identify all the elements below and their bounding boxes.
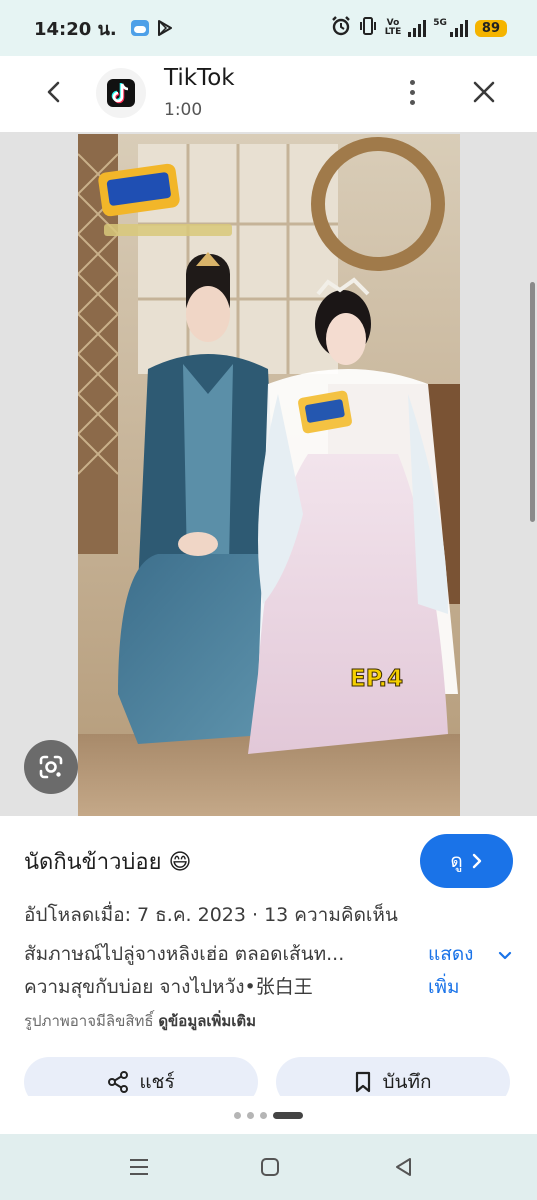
view-button-label: ดู [450, 850, 463, 872]
tiktok-note-icon [111, 83, 129, 104]
signal-icon-1 [408, 19, 427, 37]
video-duration: 1:00 [164, 100, 203, 120]
thumbnail-illustration [78, 134, 460, 816]
recents-icon [130, 1159, 148, 1175]
more-options-button[interactable] [398, 74, 426, 110]
copyright-text: รูปภาพอาจมีลิขสิทธิ์ [24, 1012, 154, 1030]
page-dot [247, 1111, 254, 1119]
chevron-right-icon [472, 853, 481, 869]
chevron-down-icon [498, 951, 512, 960]
volte-indicator: Vo LTE [385, 19, 402, 37]
vibrate-icon [358, 16, 378, 40]
system-icons: Vo LTE 5G 89 [331, 16, 507, 40]
show-more-label: เพิ่ม [428, 976, 460, 998]
back-triangle-icon [396, 1158, 411, 1176]
status-time: 14:20 น. [34, 18, 117, 40]
battery-indicator: 89 [474, 19, 507, 37]
video-thumbnail[interactable]: EP.4 [78, 134, 460, 816]
volte-bottom-label: LTE [384, 27, 402, 37]
save-label: บันทึก [382, 1071, 432, 1093]
lens-icon [39, 755, 63, 779]
page-dot-active [273, 1111, 303, 1119]
copyright-note: รูปภาพอาจมีลิขสิทธิ์ ดูข้อมูลเพิ่มเติม [24, 1009, 256, 1033]
page-dot [234, 1111, 241, 1119]
scrollbar[interactable] [530, 282, 535, 522]
bookmark-icon [356, 1071, 371, 1093]
info-panel: นัดกินข้าวบ่อย 😄 ดู อัปโหลดเมื่อ: 7 ธ.ค.… [0, 816, 537, 1107]
share-icon [108, 1071, 129, 1093]
description-line: สัมภาษณ์ไปลู่จางหลิงเฮ่อ ตลอดเส้นท... [24, 943, 345, 965]
play-store-icon [157, 20, 173, 36]
app-title: TikTok [164, 65, 235, 91]
description: สัมภาษณ์ไปลู่จางหลิงเฮ่อ ตลอดเส้นท... คว… [24, 938, 419, 1004]
page-indicator [0, 1096, 537, 1134]
image-viewer: EP.4 [0, 132, 537, 816]
page-dot [260, 1111, 267, 1119]
learn-more-link[interactable]: ดูข้อมูลเพิ่มเติม [158, 1012, 256, 1030]
share-label: แชร์ [139, 1071, 175, 1093]
recents-button[interactable] [126, 1154, 152, 1180]
dot-icon [409, 79, 415, 85]
close-button[interactable] [466, 74, 502, 110]
system-nav-bar [0, 1134, 537, 1200]
notification-icons [130, 20, 173, 36]
description-line: ความสุขกับบ่อย จางไปหวัง•张白王 [24, 976, 313, 998]
weather-app-icon [130, 20, 149, 36]
view-button[interactable]: ดู [420, 834, 513, 888]
google-lens-button[interactable] [24, 740, 78, 794]
show-more-link[interactable]: แสดง เพิ่ม [428, 938, 512, 1004]
signal-icon-2 [449, 19, 468, 37]
upload-meta: อัปโหลดเมื่อ: 7 ธ.ค. 2023 · 13 ความคิดเห… [24, 904, 398, 926]
network-gen-label: 5G [433, 18, 447, 28]
home-icon [261, 1158, 279, 1176]
tiktok-logo [96, 68, 146, 118]
result-title: นัดกินข้าวบ่อย 😄 [24, 850, 192, 875]
episode-badge: EP.4 [349, 666, 404, 693]
status-bar: 14:20 น. Vo LTE 5G 89 [0, 0, 537, 56]
app-header: TikTok 1:00 [0, 56, 537, 132]
back-nav-button[interactable] [390, 1154, 416, 1180]
dot-icon [409, 99, 415, 105]
show-more-label: แสดง [428, 943, 474, 965]
back-button[interactable] [36, 74, 72, 110]
home-button[interactable] [257, 1154, 283, 1180]
dot-icon [409, 89, 415, 95]
back-arrow-icon [47, 81, 60, 103]
alarm-icon [331, 16, 351, 40]
close-icon [473, 81, 495, 103]
